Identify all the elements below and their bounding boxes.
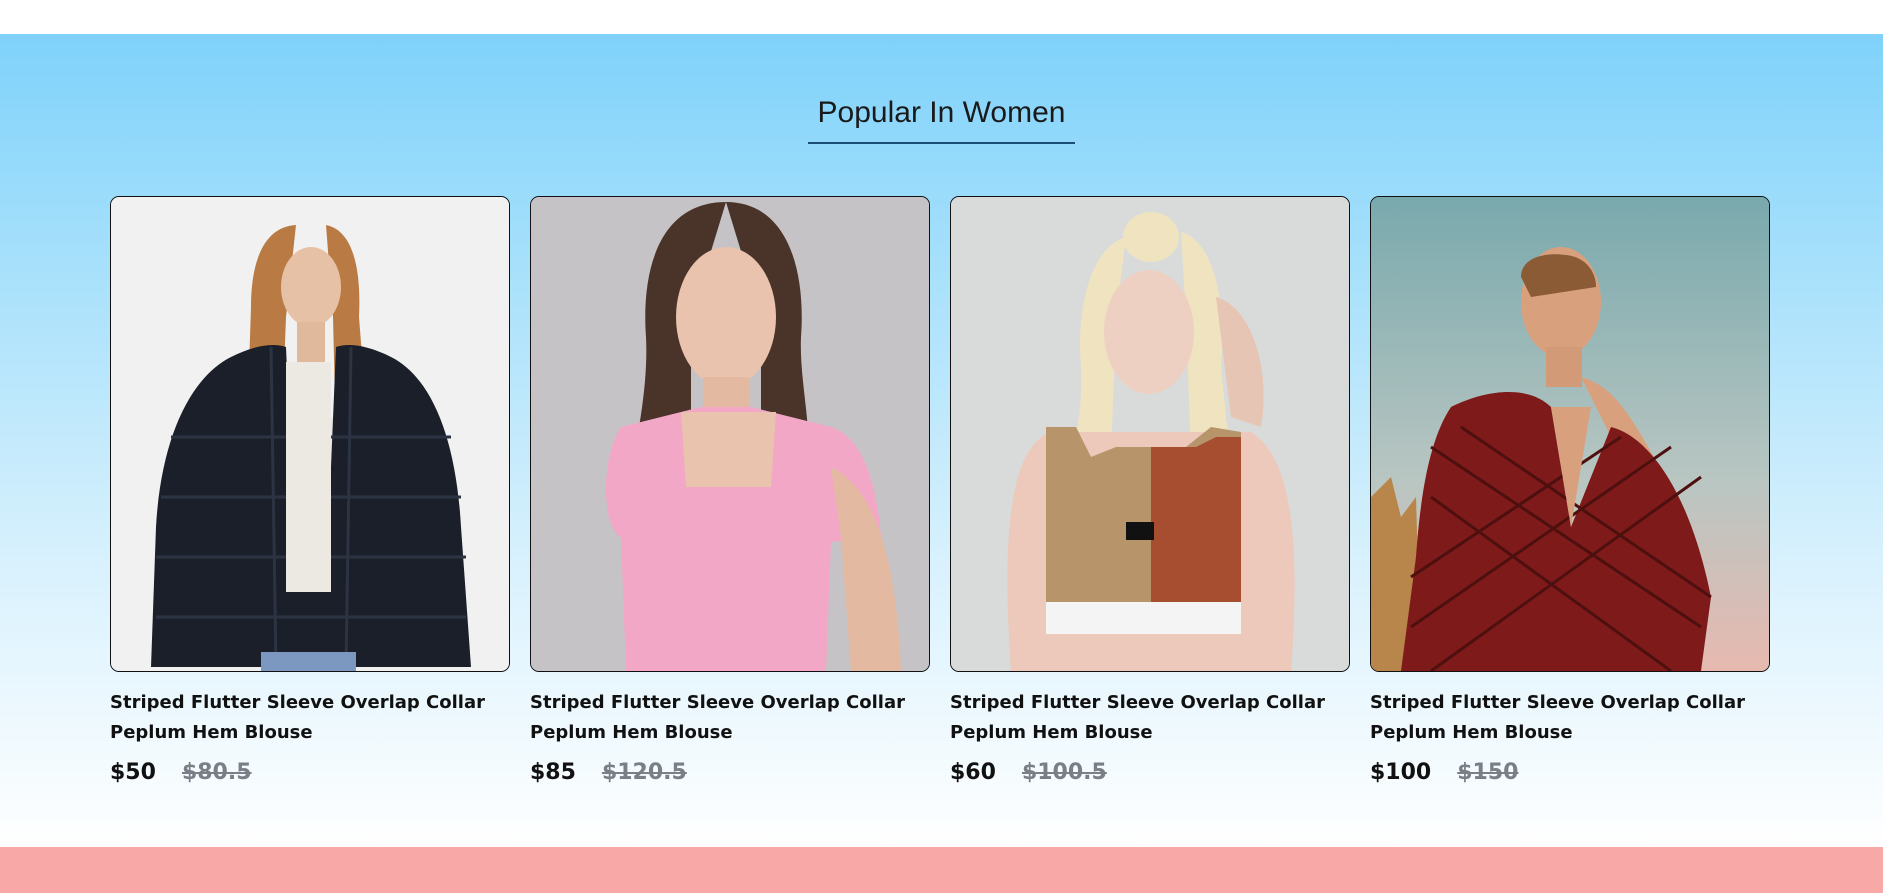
- footer-band: [0, 847, 1883, 893]
- product-card[interactable]: Striped Flutter Sleeve Overlap Collar Pe…: [1370, 196, 1770, 785]
- product-price: $50: [110, 760, 156, 785]
- product-name[interactable]: Striped Flutter Sleeve Overlap Collar Pe…: [1370, 688, 1770, 748]
- product-card[interactable]: Striped Flutter Sleeve Overlap Collar Pe…: [110, 196, 510, 785]
- product-image[interactable]: [530, 196, 930, 672]
- product-old-price: $150: [1457, 760, 1519, 785]
- product-name[interactable]: Striped Flutter Sleeve Overlap Collar Pe…: [530, 688, 930, 748]
- price-row: $60 $100.5: [950, 760, 1350, 785]
- price-row: $85 $120.5: [530, 760, 930, 785]
- product-price: $100: [1370, 760, 1432, 785]
- woman-red-dress-photo: [1371, 197, 1769, 671]
- product-card[interactable]: Striped Flutter Sleeve Overlap Collar Pe…: [950, 196, 1350, 785]
- product-price: $60: [950, 760, 996, 785]
- product-card[interactable]: Striped Flutter Sleeve Overlap Collar Pe…: [530, 196, 930, 785]
- product-old-price: $80.5: [181, 760, 252, 785]
- top-strip: [0, 0, 1883, 34]
- popular-in-women-section: Popular In Women Striped Flutter Sleeve …: [0, 34, 1883, 847]
- price-row: $100 $150: [1370, 760, 1770, 785]
- price-row: $50 $80.5: [110, 760, 510, 785]
- product-image[interactable]: [1370, 196, 1770, 672]
- woman-sports-bra-photo: [951, 197, 1349, 671]
- product-image[interactable]: [110, 196, 510, 672]
- product-old-price: $100.5: [1021, 760, 1107, 785]
- product-price: $85: [530, 760, 576, 785]
- section-title: Popular In Women: [807, 96, 1076, 144]
- product-name[interactable]: Striped Flutter Sleeve Overlap Collar Pe…: [110, 688, 510, 748]
- product-old-price: $120.5: [601, 760, 687, 785]
- woman-pink-top-photo: [531, 197, 929, 671]
- woman-fur-jacket-photo: [111, 197, 509, 671]
- product-image[interactable]: [950, 196, 1350, 672]
- product-name[interactable]: Striped Flutter Sleeve Overlap Collar Pe…: [950, 688, 1350, 748]
